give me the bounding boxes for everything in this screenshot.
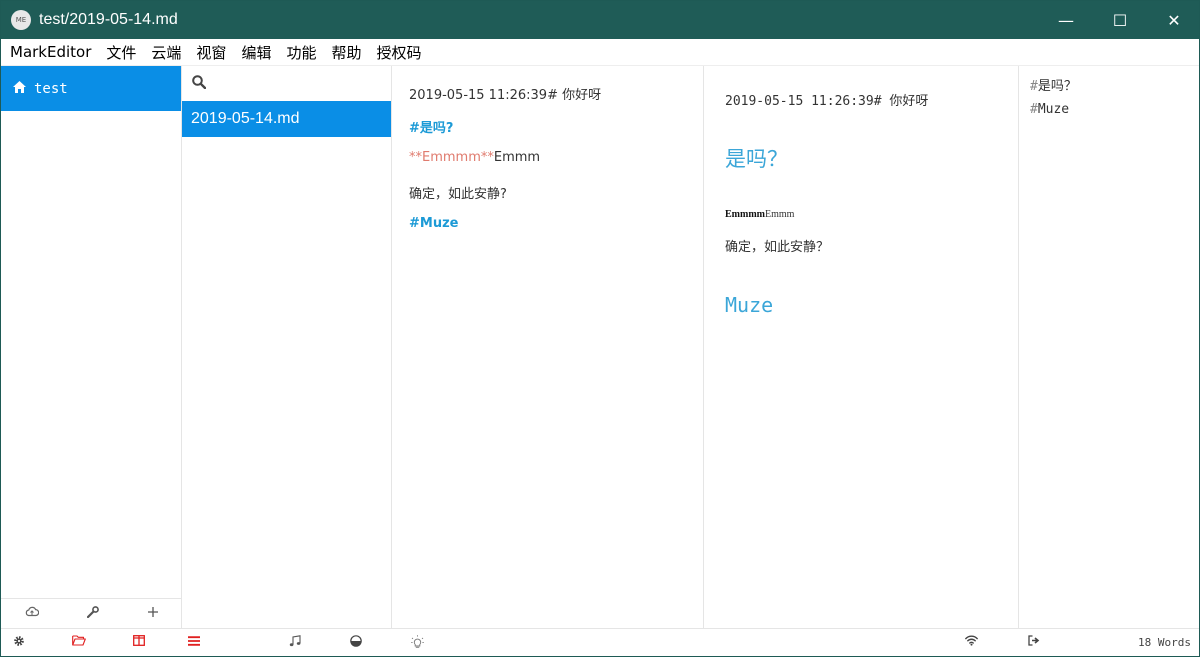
- menu-edit[interactable]: 编辑: [241, 42, 271, 63]
- outline-item[interactable]: #Muze: [1030, 102, 1191, 117]
- close-button[interactable]: ✕: [1147, 1, 1199, 39]
- menu-functions[interactable]: 功能: [286, 42, 316, 63]
- outline-item-label: Muze: [1037, 102, 1070, 117]
- cloud-sync-icon[interactable]: [25, 606, 40, 621]
- menu-file[interactable]: 文件: [106, 42, 136, 63]
- preview-heading: Muze: [725, 293, 774, 317]
- maximize-button[interactable]: ☐: [1093, 1, 1147, 39]
- menu-bar: MarkEditor 文件 云端 视窗 编辑 功能 帮助 授权码: [1, 39, 1199, 66]
- editor-heading-line: #Muze: [409, 216, 459, 231]
- window-title: test/2019-05-14.md: [39, 11, 178, 28]
- home-icon: [13, 80, 26, 97]
- file-item[interactable]: 2019-05-14.md: [182, 101, 391, 137]
- menu-markeditor[interactable]: MarkEditor: [10, 43, 91, 61]
- preview-heading: 是吗？: [725, 147, 788, 171]
- app-logo-icon: ME: [11, 10, 31, 30]
- word-count: 18 Words: [1138, 636, 1191, 649]
- heading-marker: #: [1030, 102, 1038, 117]
- outline-item-label: 是吗？: [1037, 79, 1077, 94]
- add-folder-icon[interactable]: [147, 606, 158, 621]
- menu-license[interactable]: 授权码: [376, 42, 421, 63]
- music-icon[interactable]: [289, 635, 301, 651]
- split-view-icon[interactable]: [133, 635, 145, 650]
- window-controls: — ☐ ✕: [1039, 1, 1199, 39]
- bold-markup: **Emmmm**: [409, 150, 494, 165]
- preview-bold-text: Emmmm: [725, 209, 765, 220]
- editor-line: 确定，如此安静?: [409, 187, 507, 202]
- theme-toggle-icon[interactable]: [350, 635, 362, 651]
- minimize-button[interactable]: —: [1039, 1, 1093, 39]
- file-search: [182, 66, 391, 101]
- menu-cloud[interactable]: 云端: [151, 42, 181, 63]
- folder-sidebar: test: [1, 66, 182, 628]
- editor-line: 2019-05-15 11:26:39# 你好呀: [409, 88, 602, 103]
- open-folder-icon[interactable]: [72, 635, 86, 650]
- outline-item[interactable]: #是吗？: [1030, 75, 1191, 94]
- status-bar: 18 Words: [1, 628, 1199, 656]
- menu-view[interactable]: 视窗: [196, 42, 226, 63]
- heading-marker: #: [1030, 79, 1038, 94]
- search-icon: [192, 74, 207, 93]
- lightbulb-icon[interactable]: [411, 635, 424, 652]
- list-icon[interactable]: [188, 635, 200, 650]
- sign-out-icon[interactable]: [1028, 635, 1040, 650]
- preview-paragraph: 确定，如此安静？: [725, 240, 830, 255]
- title-bar[interactable]: ME test/2019-05-14.md — ☐ ✕: [1, 1, 1199, 39]
- file-list: 2019-05-14.md: [182, 66, 392, 628]
- editor-heading-line: #是吗?: [409, 121, 454, 136]
- editor-bold-line: **Emmmm**Emmm: [409, 150, 687, 167]
- preview-paragraph: 2019-05-15 11:26:39# 你好呀: [725, 94, 929, 109]
- sidebar-item-test[interactable]: test: [1, 66, 181, 111]
- markdown-preview: 2019-05-15 11:26:39# 你好呀 是吗？ EmmmmEmmm 确…: [705, 66, 1019, 628]
- preview-bold-paragraph: EmmmmEmmm: [725, 209, 998, 220]
- preview-plain-text: Emmm: [765, 209, 795, 220]
- outline-panel: #是吗？ #Muze: [1020, 66, 1199, 628]
- app-window: ME test/2019-05-14.md — ☐ ✕ MarkEditor 文…: [0, 0, 1200, 657]
- markdown-editor[interactable]: 2019-05-15 11:26:39# 你好呀 #是吗? **Emmmm**E…: [393, 66, 704, 628]
- sidebar-toolbar: [1, 598, 182, 628]
- gear-icon[interactable]: [13, 635, 25, 651]
- editor-line-text: Emmm: [493, 150, 541, 165]
- search-input[interactable]: [212, 75, 382, 92]
- menu-help[interactable]: 帮助: [331, 42, 361, 63]
- sidebar-item-label: test: [34, 80, 68, 97]
- wrench-icon[interactable]: [87, 605, 100, 622]
- wifi-icon[interactable]: [965, 635, 978, 650]
